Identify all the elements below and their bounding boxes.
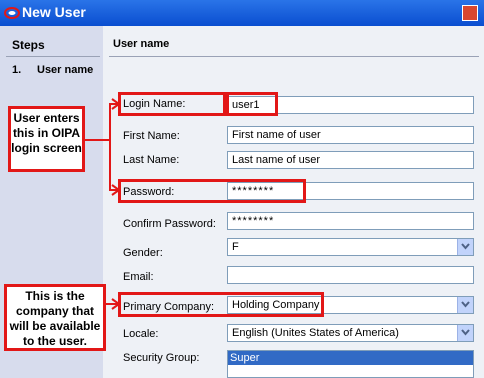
new-user-window: New User Steps 1. User name User name Lo… bbox=[0, 0, 484, 378]
callout-arrows bbox=[85, 98, 121, 310]
arrow-to-password bbox=[85, 139, 118, 191]
